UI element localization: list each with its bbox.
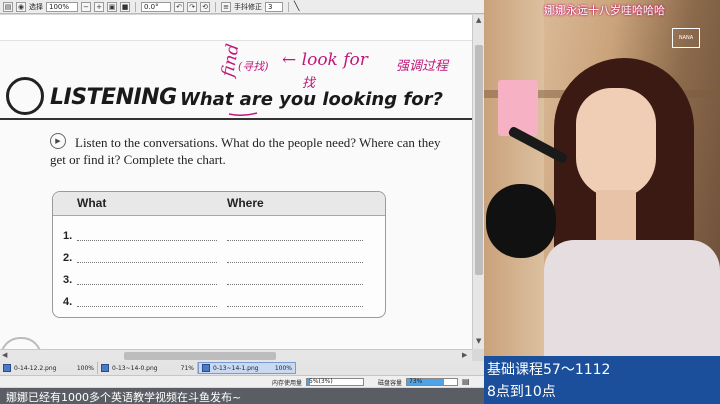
fit-icon[interactable]: ▣ <box>107 1 117 12</box>
annotation-underline <box>228 112 258 117</box>
image-file-icon <box>202 364 210 372</box>
disk-meter: 73% <box>406 378 458 386</box>
chart-row-what-line[interactable] <box>77 306 217 307</box>
chart-row-label: 4. <box>63 296 73 308</box>
section-question: What are you looking for? <box>180 89 443 110</box>
tab-filename: 0-13~14-0.png <box>112 364 158 372</box>
file-tab[interactable]: 0-14-12.2.png 100% <box>0 362 98 374</box>
scroll-right-icon[interactable]: ▶ <box>462 351 467 359</box>
file-tabs: 0-14-12.2.png 100% 0-13~14-0.png 71% 0-1… <box>0 361 484 375</box>
instructions-text: Listen to the conversations. What do the… <box>50 135 441 167</box>
chart-header-where: Where <box>227 196 264 210</box>
vertical-scroll-thumb[interactable] <box>475 45 483 275</box>
annotation-zhao: 找 <box>302 76 316 91</box>
microphone <box>486 184 556 258</box>
canvas-area[interactable]: LISTENING What are you looking for? find… <box>0 15 472 349</box>
chart-row-where-line[interactable] <box>227 262 363 263</box>
rotate-left-icon[interactable]: ↶ <box>174 1 184 12</box>
annotation-emphasis: 强调过程 <box>396 59 449 74</box>
stream-title: 娜娜永远十八岁哇哈哈哈 <box>544 4 665 17</box>
image-file-icon <box>3 364 11 372</box>
title-rule <box>0 118 472 120</box>
scroll-up-icon[interactable]: ▲ <box>476 16 481 24</box>
channel-logo: NANA <box>672 28 700 48</box>
pen-icon[interactable]: ╲ <box>294 2 299 12</box>
paint-app-window: ▤ ◉ 选择 100% − + ▣ ■ 0.0° ↶ ↷ ⟲ ≡ 手抖修正 3 … <box>0 0 484 404</box>
rotate-right-icon[interactable]: ↷ <box>187 1 197 12</box>
screen: ▤ ◉ 选择 100% − + ▣ ■ 0.0° ↶ ↷ ⟲ ≡ 手抖修正 3 … <box>0 0 720 404</box>
chart-row-what-line[interactable] <box>77 240 217 241</box>
scrolling-ticker: 娜娜已经有1000多个英语教学视频在斗鱼发布~ <box>0 388 484 404</box>
tab-zoom: 100% <box>76 364 94 372</box>
zoom-out-icon[interactable]: − <box>81 1 91 12</box>
zoom-select[interactable]: 100% <box>46 1 78 12</box>
chart-row-label: 1. <box>63 230 73 242</box>
horizontal-scrollbar[interactable]: ◀ ▶ <box>0 349 472 361</box>
toolbar: ▤ ◉ 选择 100% − + ▣ ■ 0.0° ↶ ↷ ⟲ ≡ 手抖修正 3 … <box>0 0 484 14</box>
rotation-input[interactable]: 0.0° <box>141 1 171 12</box>
actual-size-icon[interactable]: ■ <box>120 1 130 12</box>
stabilizer-icon: ≡ <box>221 1 231 12</box>
streamer-face <box>576 88 656 198</box>
status-bar: 内存使用量 5%(3%) 磁盘容量 73% ▤ <box>0 375 484 387</box>
chart-row-where-line[interactable] <box>227 240 363 241</box>
chart-row-label: 3. <box>63 274 73 286</box>
chart-row-what-line[interactable] <box>77 262 217 263</box>
tab-zoom: 71% <box>180 364 194 372</box>
image-file-icon <box>101 364 109 372</box>
rotate-reset-icon[interactable]: ⟲ <box>200 1 210 12</box>
toolbar-divider <box>215 1 216 12</box>
section-circle-mark <box>6 77 44 115</box>
chart-header: What Where <box>53 192 385 216</box>
canvas-top-margin <box>0 15 472 40</box>
streamer-shirt <box>544 240 720 356</box>
chart-row-where-line[interactable] <box>227 306 363 307</box>
chart-row-where-line[interactable] <box>227 284 363 285</box>
chart-row-label: 2. <box>63 252 73 264</box>
stabilizer-select[interactable]: 3 <box>265 1 283 12</box>
background-pink-box <box>498 80 538 136</box>
stabilizer-label: 手抖修正 <box>234 2 262 11</box>
webcam-feed: 娜娜永远十八岁哇哈哈哈 NANA <box>484 0 720 356</box>
chart-header-what: What <box>77 196 107 210</box>
file-tab[interactable]: 0-13~14-0.png 71% <box>98 362 198 374</box>
disk-label: 磁盘容量 <box>378 380 403 387</box>
chart-row-what-line[interactable] <box>77 284 217 285</box>
toolbar-divider <box>135 1 136 12</box>
tab-filename: 0-13~14-1.png <box>213 364 259 372</box>
file-tab-active[interactable]: 0-13~14-1.png 100% <box>198 362 296 374</box>
horizontal-scroll-thumb[interactable] <box>124 352 276 360</box>
scroll-left-icon[interactable]: ◀ <box>2 351 7 359</box>
select-checkbox-icon[interactable]: ◉ <box>16 1 26 12</box>
schedule-panel: 基础课程57～1112 8点到10点 <box>484 356 720 404</box>
vertical-scrollbar[interactable]: ▲ ▼ <box>472 15 484 349</box>
tab-filename: 0-14-12.2.png <box>14 364 57 372</box>
select-label: 选择 <box>29 2 43 11</box>
ticker-text: 娜娜已经有1000多个英语教学视频在斗鱼发布~ <box>6 391 242 404</box>
tab-zoom: 100% <box>274 364 292 372</box>
annotation-paren: (寻找) <box>238 60 269 73</box>
background-door <box>484 0 544 356</box>
toolbar-divider <box>288 1 289 12</box>
answer-chart: What Where 1. 2. 3. 4. <box>52 191 386 318</box>
schedule-time: 8点到10点 <box>487 384 556 400</box>
memory-meter: 5%(3%) <box>306 378 364 386</box>
section-title: LISTENING <box>50 85 177 110</box>
annotation-look-for: ← look for <box>282 50 368 70</box>
menu-icon[interactable]: ▤ <box>3 1 13 12</box>
memory-label: 内存使用量 <box>272 380 303 387</box>
disk-value: 73% <box>409 378 423 385</box>
zoom-in-icon[interactable]: + <box>94 1 104 12</box>
status-grip-icon[interactable]: ▤ <box>462 377 470 386</box>
memory-value: 5%(3%) <box>309 378 333 385</box>
course-range: 基础课程57～1112 <box>487 362 611 378</box>
scroll-down-icon[interactable]: ▼ <box>476 337 481 345</box>
